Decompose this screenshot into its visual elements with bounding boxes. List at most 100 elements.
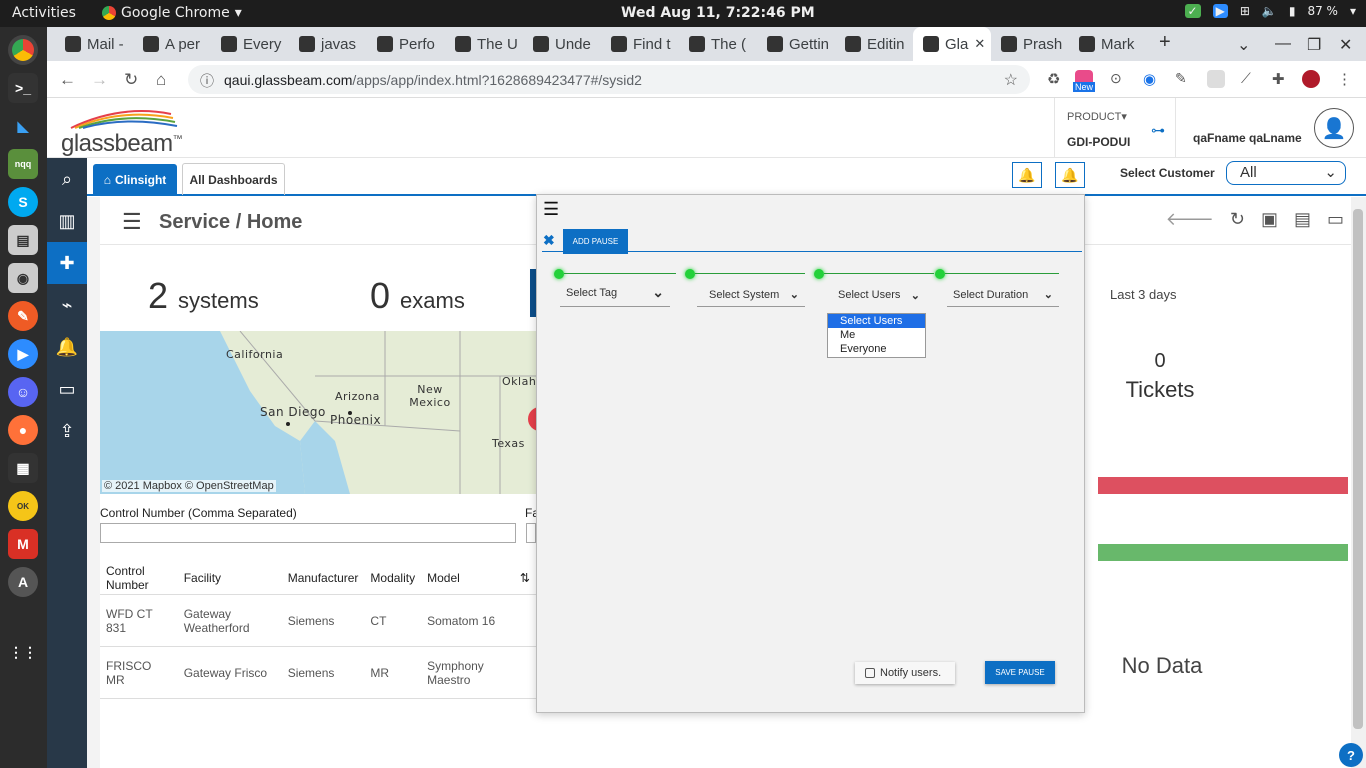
skype-dock-icon[interactable]: S	[8, 187, 38, 217]
add-alert-button[interactable]: 🔔	[1012, 162, 1042, 188]
postman-dock-icon[interactable]: ✎	[8, 301, 38, 331]
upload-icon[interactable]: ⇪	[47, 410, 87, 452]
check-icon[interactable]: ✓	[1184, 4, 1201, 18]
circle-extension-icon[interactable]: ◉	[1143, 70, 1161, 88]
zoom-dock-icon[interactable]: ▶	[8, 339, 38, 369]
facility-input[interactable]	[526, 523, 536, 543]
page-scrollbar[interactable]	[1351, 197, 1366, 768]
app-menu[interactable]: Google Chrome ▾	[102, 5, 242, 21]
clock[interactable]: Wed Aug 11, 7:22:46 PM	[621, 5, 815, 21]
battery-icon[interactable]: ▮	[1289, 4, 1296, 18]
pen-extension-icon[interactable]: ✎	[1175, 70, 1193, 88]
close-window-button[interactable]: ✕	[1339, 35, 1352, 55]
control-number-input[interactable]	[100, 523, 516, 543]
bar-chart-icon[interactable]: ▥	[47, 200, 87, 242]
reload-icon[interactable]: ↻	[124, 70, 138, 90]
extensions-puzzle-icon[interactable]: ✚	[1272, 70, 1290, 88]
product-selector[interactable]: PRODUCT▾ GDI-PODUI ⊶	[1054, 98, 1174, 158]
systems-map[interactable]: California Arizona New Mexico Oklah San …	[100, 331, 536, 494]
gmail-dock-icon[interactable]: M	[8, 529, 38, 559]
browser-tab[interactable]: A per	[133, 27, 211, 61]
image-export-icon[interactable]: ▣	[1261, 209, 1278, 230]
monitor-chart-icon[interactable]: ⌁	[47, 284, 87, 326]
browser-tab[interactable]: The (	[679, 27, 757, 61]
modal-menu-icon[interactable]: ☰	[543, 199, 559, 220]
apps-grid-icon[interactable]: ⋮⋮	[8, 637, 38, 667]
browser-tab[interactable]: The U	[445, 27, 523, 61]
folder-icon[interactable]: ▭	[47, 368, 87, 410]
pdf-export-icon[interactable]: ▤	[1294, 209, 1311, 230]
forward-icon[interactable]: →	[91, 70, 108, 90]
column-header[interactable]: Control Number	[100, 562, 178, 595]
select-customer-dropdown[interactable]: All ⌄	[1226, 161, 1346, 185]
browser-tab[interactable]: javas	[289, 27, 367, 61]
notify-checkbox[interactable]	[865, 668, 875, 678]
terminal-dock-icon[interactable]: >_	[8, 73, 38, 103]
tab-clinsight[interactable]: ⌂ Clinsight	[93, 164, 177, 196]
notify-users-toggle[interactable]: Notify users.	[855, 662, 955, 684]
fullscreen-icon[interactable]: ▭	[1327, 209, 1344, 230]
select-duration-dropdown[interactable]: Select Duration ⌄	[947, 283, 1059, 307]
back-icon[interactable]: ←	[59, 70, 76, 90]
option-everyone[interactable]: Everyone	[828, 342, 925, 356]
option-me[interactable]: Me	[828, 328, 925, 342]
sort-icon[interactable]: ⇅	[513, 562, 536, 595]
profile-avatar[interactable]	[1302, 70, 1320, 88]
column-header[interactable]: Manufacturer	[281, 562, 365, 595]
editor-dock-icon[interactable]: ▦	[8, 453, 38, 483]
browser-tab[interactable]: Prash	[991, 27, 1069, 61]
browser-tab[interactable]: Find t	[601, 27, 679, 61]
column-header[interactable]: Facility	[177, 562, 282, 595]
column-header[interactable]: Modality	[364, 562, 422, 595]
medical-kit-icon[interactable]: ✚	[47, 242, 87, 284]
hamburger-menu-icon[interactable]: ☰	[122, 209, 142, 235]
help-button[interactable]: ?	[1339, 743, 1363, 767]
updater-dock-icon[interactable]: A	[8, 567, 38, 597]
browser-tab[interactable]: Mail -	[55, 27, 133, 61]
browser-menu-icon[interactable]: ⋮	[1337, 70, 1355, 88]
okular-dock-icon[interactable]: OK	[8, 491, 38, 521]
browser-tab[interactable]: Perfo	[367, 27, 445, 61]
hierarchy-icon[interactable]: ⊶	[1151, 122, 1165, 139]
close-icon[interactable]: ✖	[543, 232, 555, 249]
new-tab-button[interactable]: +	[1159, 31, 1171, 54]
home-icon[interactable]: ⌂	[156, 70, 166, 90]
vscode-dock-icon[interactable]: ◣	[8, 111, 38, 141]
search-icon[interactable]: ⌕	[47, 158, 87, 200]
volume-icon[interactable]: 🔈	[1262, 4, 1277, 18]
browser-tab[interactable]: Gettin	[757, 27, 835, 61]
code-extension-icon[interactable]: ⊙	[1110, 70, 1128, 88]
table-row[interactable]: WFD CT 831 Gateway Weatherford Siemens C…	[100, 594, 536, 647]
browser-tab[interactable]: Unde	[523, 27, 601, 61]
minimize-button[interactable]: —	[1275, 35, 1291, 53]
user-avatar-icon[interactable]: 👤	[1314, 108, 1354, 148]
firefox-dock-icon[interactable]: ●	[8, 415, 38, 445]
zoom-icon[interactable]: ▶	[1212, 4, 1228, 18]
browser-tab[interactable]: Every	[211, 27, 289, 61]
notifications-button[interactable]: 🔔	[1055, 162, 1085, 188]
scrollbar-thumb[interactable]	[1353, 209, 1363, 729]
discord-dock-icon[interactable]: ☺	[8, 377, 38, 407]
bookmark-star-icon[interactable]: ☆	[1004, 70, 1018, 90]
system-tray[interactable]: ✓ ▶ ⊞ 🔈 ▮ 87 % ▾	[1184, 4, 1356, 18]
table-row[interactable]: FRISCO MR Gateway Frisco Siemens MR Symp…	[100, 646, 536, 699]
refresh-icon[interactable]: ↻	[1230, 209, 1245, 230]
camera-dock-icon[interactable]: ◉	[8, 263, 38, 293]
chrome-dock-icon[interactable]	[8, 35, 38, 65]
tab-search-icon[interactable]: ⌄	[1237, 35, 1250, 55]
files-dock-icon[interactable]: ▤	[8, 225, 38, 255]
save-pause-button[interactable]: SAVE PAUSE	[985, 661, 1055, 684]
tab-all-dashboards[interactable]: All Dashboards	[182, 163, 285, 195]
back-arrow-icon[interactable]: 🡐	[1166, 209, 1214, 230]
network-icon[interactable]: ⊞	[1240, 4, 1250, 18]
browser-tab[interactable]: Gla ✕	[913, 27, 991, 61]
browser-tab[interactable]: Editin	[835, 27, 913, 61]
address-bar[interactable]: ⓘ qaui.glassbeam.com/apps/app/index.html…	[188, 65, 1030, 94]
option-select-users[interactable]: Select Users	[828, 314, 925, 328]
select-users-dropdown[interactable]: Select Users ⌄	[826, 283, 926, 307]
browser-tab[interactable]: Mark	[1069, 27, 1147, 61]
bell-icon[interactable]: 🔔	[47, 326, 87, 368]
recycle-extension-icon[interactable]: ♻	[1047, 70, 1065, 88]
select-system-dropdown[interactable]: Select System ⌄	[697, 283, 805, 307]
close-tab-icon[interactable]: ✕	[974, 36, 985, 52]
